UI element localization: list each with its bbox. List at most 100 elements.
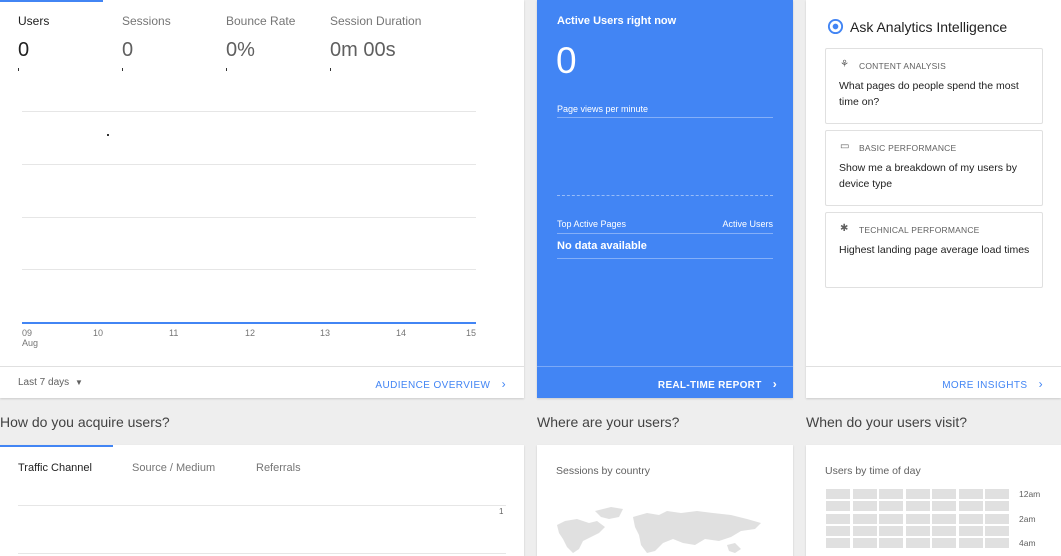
metric-value: 0 — [122, 39, 134, 61]
heatmap-cell — [985, 525, 1009, 536]
no-data-message: No data available — [557, 240, 647, 252]
heatmap-cell — [905, 538, 930, 549]
heatmap-cell — [905, 489, 930, 499]
heatmap-cell — [879, 525, 903, 536]
intelligence-icon — [827, 18, 844, 35]
heatmap-cell — [905, 501, 930, 512]
heatmap-cell — [826, 489, 850, 499]
x-tick-label: 14 — [396, 328, 407, 338]
insights-card: Ask Analytics Intelligence ⚘ CONTENT ANA… — [806, 0, 1061, 398]
caret-down-icon: ▼ — [74, 378, 83, 387]
sparkline-tick — [330, 68, 331, 71]
section-heading-where: Where are your users? — [537, 414, 680, 430]
tab-referrals[interactable]: Referrals — [256, 462, 301, 474]
metric-value: 0m 00s — [330, 39, 396, 61]
chart-gridline — [18, 505, 506, 506]
insight-question: What pages do people spend the most time… — [839, 80, 1019, 108]
more-insights-link[interactable]: MORE INSIGHTS › — [942, 377, 1043, 391]
active-metric-indicator — [0, 0, 103, 2]
audience-overview-link[interactable]: AUDIENCE OVERVIEW › — [375, 377, 506, 391]
heatmap-cell — [879, 489, 903, 499]
heatmap-cell — [852, 538, 877, 549]
heatmap-cell — [932, 501, 956, 512]
divider — [557, 117, 773, 118]
metric-label: Users — [18, 14, 50, 28]
heatmap-cell — [958, 538, 983, 549]
link-label: AUDIENCE OVERVIEW — [375, 380, 491, 391]
heatmap-cell — [932, 538, 956, 549]
x-tick-label: 10 — [93, 328, 104, 338]
heatmap-cell — [879, 501, 903, 512]
realtime-report-link[interactable]: REAL-TIME REPORT › — [658, 377, 777, 391]
insight-card-content[interactable]: ⚘ CONTENT ANALYSIS What pages do people … — [825, 48, 1043, 124]
x-tick-label: 12 — [245, 328, 256, 338]
metric-label: Sessions — [122, 14, 171, 28]
x-month-label: Aug — [22, 338, 39, 348]
tab-source-medium[interactable]: Source / Medium — [132, 462, 215, 474]
heatmap-cell — [879, 513, 903, 524]
date-range-label: Last 7 days — [18, 377, 70, 388]
audience-overview-card: Users 0 Sessions 0 Bounce Rate 0% Sessio… — [0, 0, 524, 398]
heatmap-cell — [958, 513, 983, 524]
acquisition-card: Traffic Channel Source / Medium Referral… — [0, 445, 524, 556]
insight-card-performance[interactable]: ▭ BASIC PERFORMANCE Show me a breakdown … — [825, 130, 1043, 206]
metric-label: Bounce Rate — [226, 14, 296, 28]
heatmap-cell — [826, 538, 850, 549]
sparkline-tick — [18, 68, 19, 71]
content-icon: ⚘ — [840, 59, 849, 70]
heatmap-cell — [905, 513, 930, 524]
chevron-right-icon: › — [1038, 377, 1043, 391]
pageviews-label: Page views per minute — [557, 104, 649, 114]
link-label: MORE INSIGHTS — [942, 380, 1028, 391]
chart-point — [107, 134, 109, 136]
metric-session-duration[interactable]: Session Duration 0m 00s — [330, 14, 421, 71]
metric-value: 0% — [226, 39, 255, 61]
insight-question: Highest landing page average load times — [839, 244, 1030, 256]
y-tick-label: 1 — [499, 507, 504, 516]
heatmap-cell — [852, 525, 877, 536]
heatmap-cell — [932, 489, 956, 499]
chart-series-line — [22, 322, 476, 324]
heatmap-cell — [958, 525, 983, 536]
heatmap-cell — [852, 513, 877, 524]
device-icon: ▭ — [840, 141, 850, 152]
metric-sessions[interactable]: Sessions 0 — [122, 14, 171, 71]
hour-label: 12am — [1019, 489, 1041, 499]
metric-bounce-rate[interactable]: Bounce Rate 0% — [226, 14, 295, 71]
heatmap-cell — [958, 489, 983, 499]
world-map — [557, 507, 761, 553]
chart-gridline — [22, 164, 476, 165]
x-tick-label: 13 — [320, 328, 331, 338]
time-of-day-card: Users by time of day 12am 2am 4am — [806, 445, 1061, 556]
audience-footer: Last 7 days ▼ AUDIENCE OVERVIEW › — [0, 366, 524, 398]
insight-category: BASIC PERFORMANCE — [859, 143, 957, 153]
metric-users[interactable]: Users 0 — [18, 14, 49, 71]
active-tab-indicator — [0, 445, 113, 447]
heatmap-cell — [985, 489, 1009, 499]
heatmap-cell — [826, 525, 850, 536]
date-range-dropdown[interactable]: Last 7 days ▼ — [18, 377, 83, 388]
x-tick-label: 09 — [22, 328, 33, 338]
link-label: REAL-TIME REPORT — [657, 380, 762, 391]
heatmap-cell — [985, 501, 1009, 512]
insights-footer: MORE INSIGHTS › — [806, 366, 1061, 398]
chevron-right-icon: › — [501, 377, 506, 391]
sparkline-tick — [226, 68, 227, 71]
heatmap-cell — [852, 489, 877, 499]
hour-label: 4am — [1019, 538, 1036, 548]
chevron-right-icon: › — [772, 377, 777, 391]
section-heading-when: When do your users visit? — [806, 414, 968, 430]
hour-label: 2am — [1019, 514, 1036, 524]
insight-card-technical[interactable]: ✱ TECHNICAL PERFORMANCE Highest landing … — [825, 212, 1043, 288]
realtime-footer: REAL-TIME REPORT › — [537, 366, 793, 398]
geo-card: Sessions by country — [537, 445, 793, 556]
insight-category: CONTENT ANALYSIS — [859, 61, 946, 71]
time-title: Users by time of day — [825, 465, 921, 477]
tab-traffic-channel[interactable]: Traffic Channel — [18, 462, 92, 474]
geo-title: Sessions by country — [556, 465, 650, 477]
chart-gridline — [18, 553, 506, 554]
active-users-count: 0 — [556, 40, 577, 81]
heatmap-cell — [905, 525, 930, 536]
heatmap-cell — [826, 501, 850, 512]
realtime-card: Active Users right now 0 Page views per … — [537, 0, 793, 398]
